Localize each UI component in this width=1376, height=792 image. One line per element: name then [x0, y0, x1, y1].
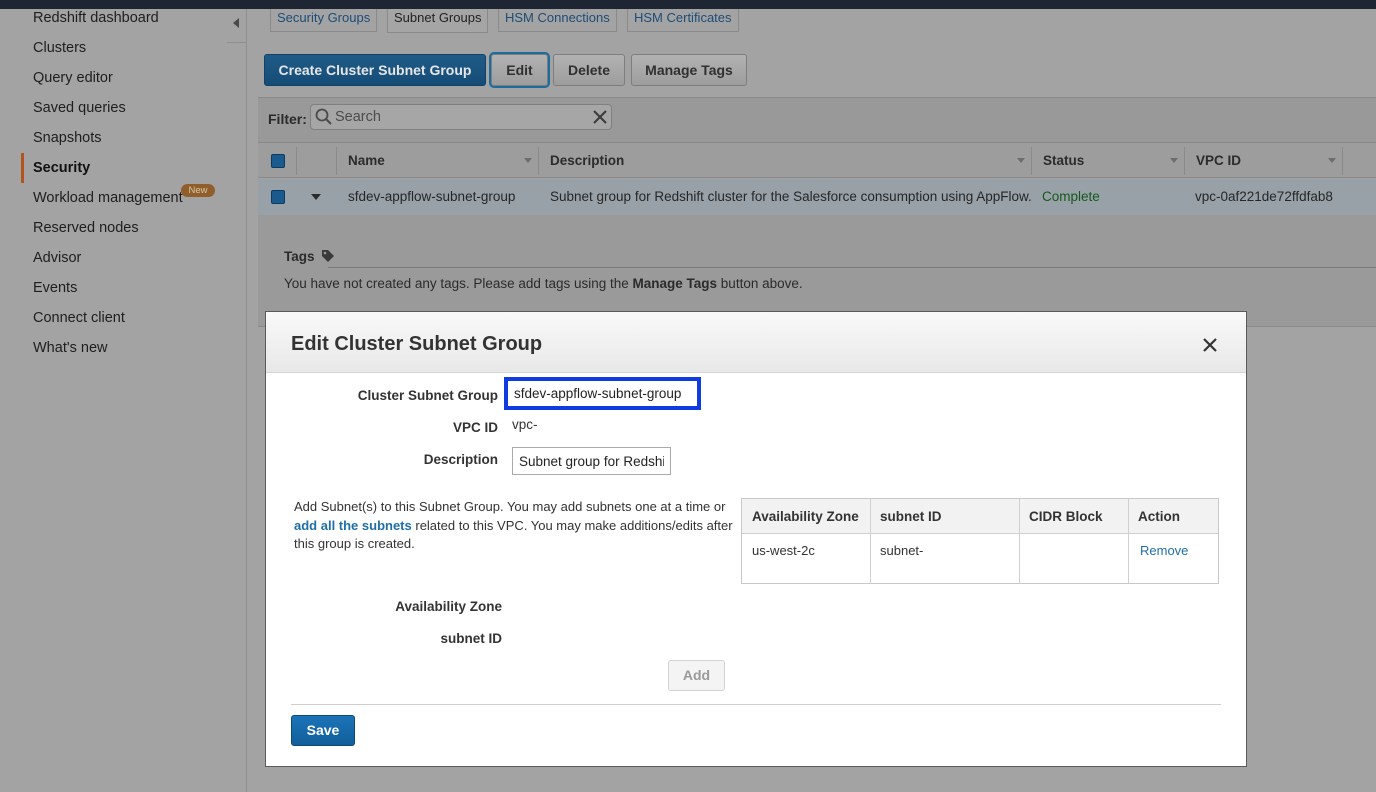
sidebar-item-security[interactable]: Security [33, 160, 90, 176]
close-icon[interactable] [1202, 337, 1218, 353]
new-badge: New [181, 184, 215, 197]
column-separator [1031, 147, 1032, 175]
row-name: sfdev-appflow-subnet-group [348, 189, 516, 204]
add-subnets-help-text: Add Subnet(s) to this Subnet Group. You … [294, 498, 734, 554]
sidebar-item-connect-client[interactable]: Connect client [33, 310, 125, 326]
sort-caret-icon[interactable] [1017, 158, 1025, 163]
subnet-row-subnet-id: subnet- [880, 543, 924, 558]
column-header-name[interactable]: Name [348, 153, 385, 168]
remove-subnet-link[interactable]: Remove [1140, 543, 1188, 558]
tags-message-bold: Manage Tags [632, 276, 718, 291]
tags-title-text: Tags [284, 249, 315, 264]
section-divider [328, 267, 1376, 268]
column-header-cidr-block: CIDR Block [1029, 509, 1103, 524]
caret-left-icon [233, 18, 239, 28]
search-box[interactable] [310, 104, 612, 130]
tab-security-groups[interactable]: Security Groups [270, 9, 378, 32]
tags-message-text: button above. [717, 276, 803, 291]
top-navigation-bar [0, 0, 1376, 9]
table-header: Name Description Status VPC ID [258, 142, 1376, 178]
sort-caret-icon[interactable] [1170, 158, 1178, 163]
row-status: Complete [1042, 189, 1100, 204]
row-checkbox[interactable] [271, 190, 285, 204]
column-separator [1019, 499, 1020, 583]
edit-button[interactable]: Edit [489, 52, 550, 88]
sidebar-item-saved-queries[interactable]: Saved queries [33, 100, 126, 116]
tag-icon [322, 250, 335, 262]
column-separator [538, 147, 539, 175]
column-header-description[interactable]: Description [550, 153, 624, 168]
sidebar-item-reserved-nodes[interactable]: Reserved nodes [33, 220, 139, 236]
expand-caret-icon[interactable] [311, 194, 321, 200]
vpc-id-label: VPC ID [452, 420, 498, 435]
column-separator [296, 147, 297, 175]
tags-section-title: Tags [284, 249, 335, 264]
cluster-subnet-group-label: Cluster Subnet Group [357, 388, 498, 403]
sidebar-item-whats-new[interactable]: What's new [33, 340, 108, 356]
table-row[interactable]: sfdev-appflow-subnet-group Subnet group … [258, 179, 1376, 215]
add-subnet-button[interactable]: Add [668, 660, 725, 691]
tags-message-text: You have not created any tags. Please ad… [284, 276, 633, 291]
cluster-subnet-group-input[interactable] [504, 377, 701, 410]
tab-hsm-connections[interactable]: HSM Connections [498, 9, 617, 32]
sidebar-collapse-button[interactable] [227, 9, 247, 43]
subnet-table: Availability Zone subnet ID CIDR Block A… [741, 498, 1219, 584]
search-input[interactable] [335, 107, 585, 127]
sidebar-item-clusters[interactable]: Clusters [33, 40, 86, 56]
column-header-status[interactable]: Status [1043, 153, 1084, 168]
sidebar-item-snapshots[interactable]: Snapshots [33, 130, 102, 146]
create-cluster-subnet-group-button[interactable]: Create Cluster Subnet Group [264, 54, 486, 86]
save-button[interactable]: Save [291, 715, 355, 746]
sort-caret-icon[interactable] [1328, 158, 1336, 163]
sort-caret-icon[interactable] [524, 158, 532, 163]
description-input[interactable] [512, 447, 671, 475]
row-vpc-id: vpc-0af221de72ffdfab8 [1195, 189, 1333, 204]
column-separator [1342, 147, 1343, 175]
availability-zone-label: Availability Zone [395, 599, 502, 614]
column-header-vpc-id[interactable]: VPC ID [1196, 153, 1241, 168]
column-header-availability-zone: Availability Zone [752, 509, 859, 524]
add-all-subnets-link[interactable]: add all the subnets [294, 518, 412, 533]
sidebar-item-workload-management[interactable]: Workload management [33, 190, 183, 206]
dialog-footer-divider [291, 704, 1221, 705]
subnet-id-label: subnet ID [440, 631, 502, 646]
delete-button[interactable]: Delete [553, 54, 625, 86]
column-separator [1184, 147, 1185, 175]
subnet-row-availability-zone: us-west-2c [752, 543, 815, 558]
sidebar-item-events[interactable]: Events [33, 280, 77, 296]
description-label: Description [423, 452, 498, 467]
manage-tags-button[interactable]: Manage Tags [631, 54, 747, 86]
sidebar-item-redshift-dashboard[interactable]: Redshift dashboard [33, 10, 159, 26]
edit-cluster-subnet-group-dialog: Edit Cluster Subnet Group Cluster Subnet… [265, 311, 1247, 767]
sidebar: Redshift dashboard Clusters Query editor… [0, 9, 247, 792]
search-icon [315, 108, 332, 125]
sidebar-item-advisor[interactable]: Advisor [33, 250, 81, 266]
column-separator [870, 499, 871, 583]
column-separator [336, 147, 337, 175]
tags-empty-message: You have not created any tags. Please ad… [284, 276, 803, 291]
column-separator [1128, 499, 1129, 583]
column-header-action: Action [1138, 509, 1180, 524]
filter-label: Filter: [268, 111, 307, 127]
tab-hsm-certificates[interactable]: HSM Certificates [627, 9, 739, 32]
dialog-header: Edit Cluster Subnet Group [266, 312, 1246, 373]
row-description: Subnet group for Redshift cluster for th… [550, 189, 1032, 204]
column-header-subnet-id: subnet ID [880, 509, 942, 524]
sidebar-active-indicator [21, 153, 24, 183]
filter-bar: Filter: [258, 97, 1376, 145]
sidebar-item-query-editor[interactable]: Query editor [33, 70, 113, 86]
select-all-checkbox[interactable] [271, 154, 285, 168]
dialog-title: Edit Cluster Subnet Group [291, 333, 543, 355]
tab-subnet-groups[interactable]: Subnet Groups [387, 9, 489, 33]
vpc-id-value: vpc- [512, 417, 538, 432]
close-icon[interactable] [591, 108, 609, 126]
help-text-part: Add Subnet(s) to this Subnet Group. You … [294, 499, 726, 514]
